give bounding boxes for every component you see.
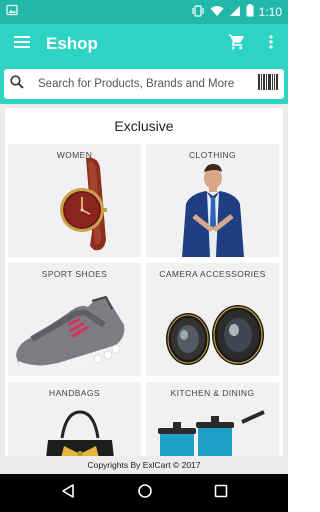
cart-icon [228,33,246,56]
category-label: SPORT SHOES [41,269,108,279]
category-tile-camera-accessories[interactable]: CAMERA ACCESSORIES [146,263,279,376]
sport-shoe-image [16,295,126,373]
category-grid: WOMEN CLOTHING SPORT SHOES CAMERA ACCESS… [5,144,283,456]
category-label: CAMERA ACCESSORIES [159,269,266,279]
home-icon[interactable] [137,483,153,504]
footer: Copyrights By ExlCart © 2017 [0,456,288,474]
category-label: WOMEN [56,150,93,160]
category-tile-women[interactable]: WOMEN [8,144,141,257]
content-area: Exclusive WOMEN CLOTHING SPORT SHOES CAM… [0,104,288,456]
category-tile-clothing[interactable]: CLOTHING [146,144,279,257]
copyright-text: Copyrights By ExlCart © 2017 [87,460,201,470]
gallery-icon [6,3,18,21]
wifi-icon [210,5,224,20]
camera-lens-image [166,305,264,365]
exclusive-card: Exclusive WOMEN CLOTHING SPORT SHOES CAM… [5,108,283,456]
watch-image [60,157,107,251]
search-placeholder: Search for Products, Brands and More [38,78,235,90]
more-vert-icon [269,34,273,54]
status-time: 1:10 [258,5,282,19]
vibrate-icon [191,4,205,20]
menu-button[interactable] [0,24,44,64]
search-input[interactable]: Search for Products, Brands and More [4,69,284,99]
battery-icon [246,4,254,20]
category-label: CLOTHING [188,150,237,160]
category-label: HANDBAGS [49,388,100,398]
section-title: Exclusive [114,118,174,134]
category-tile-handbags[interactable]: HANDBAGS [8,382,141,456]
app-title: Eshop [46,34,98,53]
system-nav-bar [0,474,288,512]
suit-man-image [182,164,244,257]
back-icon[interactable] [60,483,76,504]
category-tile-sport-shoes[interactable]: SPORT SHOES [8,263,141,376]
search-bar: Search for Products, Brands and More [0,64,288,104]
menu-icon [14,35,30,53]
cart-button[interactable] [220,24,254,64]
search-icon [10,74,24,94]
signal-icon [229,5,241,20]
category-label: KITCHEN & DINING [170,388,255,398]
category-tile-kitchen-dining[interactable]: KITCHEN & DINING [146,382,279,456]
app-bar: Eshop [0,24,288,64]
barcode-icon[interactable] [258,73,278,95]
status-bar: 1:10 [0,0,288,24]
recents-icon[interactable] [214,484,228,503]
overflow-menu-button[interactable] [254,24,288,64]
